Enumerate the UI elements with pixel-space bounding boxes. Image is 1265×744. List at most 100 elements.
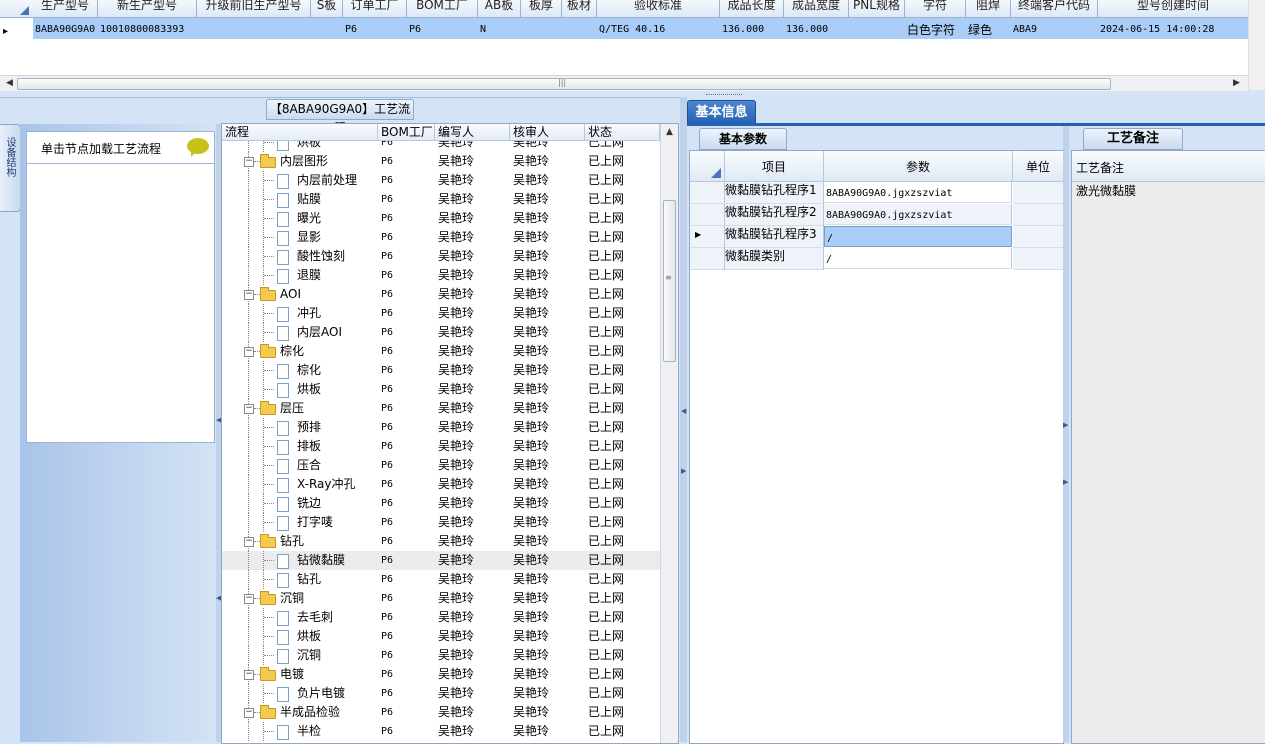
row-cell-15[interactable]: ABA9	[1011, 18, 1098, 39]
row-cell-14[interactable]: 绿色	[966, 18, 1011, 39]
col-header-13[interactable]: 字符	[905, 0, 966, 18]
tab-basic-params[interactable]: 基本参数	[699, 128, 787, 150]
collapse-toggle-icon[interactable]: −	[244, 404, 254, 414]
col-header-6[interactable]: AB板	[478, 0, 521, 18]
col-header-14[interactable]: 阻焊	[966, 0, 1011, 18]
top-grid-horizontal-scrollbar[interactable]: ◀ ||| ▶	[0, 75, 1248, 91]
param-unit-cell[interactable]	[1013, 248, 1063, 270]
collapse-toggle-icon[interactable]: −	[244, 670, 254, 680]
splitter-grip[interactable]	[706, 94, 742, 98]
tree-step-row[interactable]: 棕化 P6 吴艳玲 吴艳玲 已上网	[222, 361, 660, 380]
param-value-field[interactable]: 8ABA90G9A0.jgxzszviat	[824, 204, 1012, 225]
param-row-marker[interactable]	[690, 248, 725, 270]
tab-device-structure[interactable]: 设备结构	[0, 124, 21, 212]
row-cell-6[interactable]: N	[478, 18, 521, 39]
col-header-16[interactable]: 型号创建时间	[1098, 0, 1249, 18]
col-header-10[interactable]: 成品长度	[720, 0, 784, 18]
param-unit-cell[interactable]	[1013, 182, 1063, 204]
tree-group-row[interactable]: − 棕化 P6 吴艳玲 吴艳玲 已上网	[222, 342, 660, 361]
tree-col-header-3[interactable]: 核审人	[510, 124, 585, 141]
tree-step-row[interactable]: 曝光 P6 吴艳玲 吴艳玲 已上网	[222, 209, 660, 228]
row-cell-11[interactable]: 136.000	[784, 18, 849, 39]
tree-step-row[interactable]: 钻微黏膜 P6 吴艳玲 吴艳玲 已上网	[222, 551, 660, 570]
scroll-left-arrow-icon[interactable]: ◀	[2, 76, 17, 91]
tree-step-row[interactable]: 铣边 P6 吴艳玲 吴艳玲 已上网	[222, 494, 660, 513]
tree-col-header-4[interactable]: 状态	[585, 124, 660, 141]
tree-col-header-0[interactable]: 流程	[222, 124, 378, 141]
collapse-toggle-icon[interactable]: −	[244, 594, 254, 604]
col-header-9[interactable]: 验收标准	[597, 0, 720, 18]
scroll-up-arrow-icon[interactable]: ▲	[662, 125, 677, 140]
collapse-toggle-icon[interactable]: −	[244, 290, 254, 300]
tree-step-row[interactable]: 排板 P6 吴艳玲 吴艳玲 已上网	[222, 437, 660, 456]
row-cell-13[interactable]: 白色字符	[905, 18, 966, 39]
tab-process-notes[interactable]: 工艺备注	[1083, 128, 1183, 150]
tree-col-header-2[interactable]: 编写人	[435, 124, 510, 141]
tab-basic-info[interactable]: 基本信息	[687, 100, 756, 125]
center-splitter[interactable]: ◀ ▶	[680, 97, 687, 742]
tree-step-row[interactable]: 内层AOI P6 吴艳玲 吴艳玲 已上网	[222, 323, 660, 342]
param-value-field[interactable]: /	[824, 226, 1012, 247]
row-cell-8[interactable]	[562, 18, 597, 39]
param-unit-cell[interactable]	[1013, 226, 1063, 248]
col-header-3[interactable]: S板	[311, 0, 343, 18]
row-cell-0[interactable]: 8ABA90G9A0	[33, 18, 98, 39]
tree-scrollbar-thumb[interactable]: ≡	[663, 200, 676, 362]
col-header-0[interactable]: 生产型号	[33, 0, 98, 18]
col-header-2[interactable]: 升级前旧生产型号	[197, 0, 311, 18]
tree-step-row[interactable]: 预排 P6 吴艳玲 吴艳玲 已上网	[222, 418, 660, 437]
row-cell-16[interactable]: 2024-06-15 14:00:28	[1098, 18, 1249, 39]
tree-group-row[interactable]: − 沉铜 P6 吴艳玲 吴艳玲 已上网	[222, 589, 660, 608]
tree-group-row[interactable]: − 层压 P6 吴艳玲 吴艳玲 已上网	[222, 399, 660, 418]
col-header-1[interactable]: 新生产型号	[98, 0, 197, 18]
tree-group-row[interactable]: − 内层图形 P6 吴艳玲 吴艳玲 已上网	[222, 152, 660, 171]
col-header-11[interactable]: 成品宽度	[784, 0, 849, 18]
row-cell-7[interactable]	[521, 18, 562, 39]
param-value-field[interactable]: 8ABA90G9A0.jgxzszviat	[824, 182, 1012, 203]
top-grid-vertical-scrollbar[interactable]	[1248, 0, 1265, 90]
tree-step-row[interactable]: X-Ray冲孔 P6 吴艳玲 吴艳玲 已上网	[222, 475, 660, 494]
col-header-5[interactable]: BOM工厂	[407, 0, 478, 18]
col-header-12[interactable]: PNL规格	[849, 0, 905, 18]
param-unit-cell[interactable]	[1013, 204, 1063, 226]
row-cell-5[interactable]: P6	[407, 18, 478, 39]
row-cell-4[interactable]: P6	[343, 18, 407, 39]
param-value-field[interactable]: /	[824, 248, 1012, 269]
tree-step-row[interactable]: 半检 P6 吴艳玲 吴艳玲 已上网	[222, 722, 660, 741]
tree-step-row[interactable]: 烘板 P6 吴艳玲 吴艳玲 已上网	[222, 380, 660, 399]
tab-process-flow[interactable]: 【8ABA90G9A0】工艺流程	[266, 99, 414, 135]
param-row-marker[interactable]: ▶	[690, 226, 725, 248]
tree-step-row[interactable]: 内层前处理 P6 吴艳玲 吴艳玲 已上网	[222, 171, 660, 190]
tree-vertical-scrollbar[interactable]: ▲ ≡	[660, 124, 678, 743]
tree-step-row[interactable]: 冲孔 P6 吴艳玲 吴艳玲 已上网	[222, 304, 660, 323]
tree-group-row[interactable]: − AOI P6 吴艳玲 吴艳玲 已上网	[222, 285, 660, 304]
param-row-marker[interactable]	[690, 182, 725, 204]
tree-step-row[interactable]: 沉铜 P6 吴艳玲 吴艳玲 已上网	[222, 646, 660, 665]
tree-step-row[interactable]: 显影 P6 吴艳玲 吴艳玲 已上网	[222, 228, 660, 247]
tree-step-row[interactable]: 钻孔 P6 吴艳玲 吴艳玲 已上网	[222, 570, 660, 589]
row-cell-10[interactable]: 136.000	[720, 18, 784, 39]
tree-step-row[interactable]: 烘板 P6 吴艳玲 吴艳玲 已上网	[222, 627, 660, 646]
param-row-marker[interactable]	[690, 204, 725, 226]
row-marker[interactable]: ▸	[0, 18, 34, 39]
tree-step-row[interactable]: 酸性蚀刻 P6 吴艳玲 吴艳玲 已上网	[222, 247, 660, 266]
col-header-7[interactable]: 板厚	[521, 0, 562, 18]
collapse-toggle-icon[interactable]: −	[244, 347, 254, 357]
tree-group-row[interactable]: − 钻孔 P6 吴艳玲 吴艳玲 已上网	[222, 532, 660, 551]
tree-step-row[interactable]: 压合 P6 吴艳玲 吴艳玲 已上网	[222, 456, 660, 475]
tree-step-row[interactable]: 负片电镀 P6 吴艳玲 吴艳玲 已上网	[222, 684, 660, 703]
scroll-right-arrow-icon[interactable]: ▶	[1229, 76, 1244, 91]
col-header-15[interactable]: 终端客户代码	[1011, 0, 1098, 18]
tree-step-row[interactable]: 烘板 P6 吴艳玲 吴艳玲 已上网	[222, 141, 660, 152]
tree-step-row[interactable]: 退膜 P6 吴艳玲 吴艳玲 已上网	[222, 266, 660, 285]
collapse-toggle-icon[interactable]: −	[244, 537, 254, 547]
scrollbar-thumb[interactable]: |||	[17, 78, 1111, 90]
tree-step-row[interactable]: 去毛刺 P6 吴艳玲 吴艳玲 已上网	[222, 608, 660, 627]
tree-step-row[interactable]: 贴膜 P6 吴艳玲 吴艳玲 已上网	[222, 190, 660, 209]
tree-col-header-1[interactable]: BOM工厂	[378, 124, 435, 141]
row-cell-3[interactable]	[311, 18, 343, 39]
row-cell-2[interactable]	[197, 18, 311, 39]
tree-group-row[interactable]: − 电镀 P6 吴艳玲 吴艳玲 已上网	[222, 665, 660, 684]
row-cell-12[interactable]	[849, 18, 905, 39]
notes-text[interactable]: 激光微黏膜	[1076, 182, 1136, 199]
